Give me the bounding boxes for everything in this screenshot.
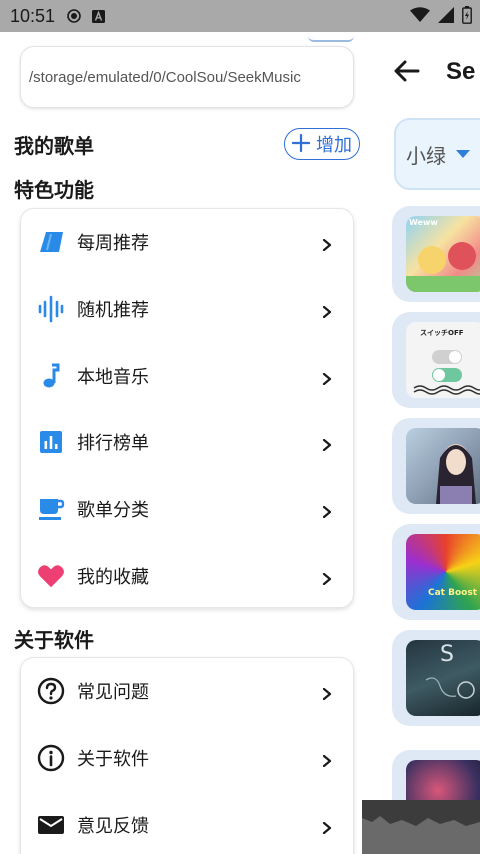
menu-item-label: 排行榜单 — [77, 433, 149, 455]
chevron-right-icon — [321, 370, 333, 385]
back-arrow-icon[interactable] — [392, 56, 422, 86]
menu-item-label: 意见反馈 — [77, 815, 149, 837]
song-card[interactable]: S — [392, 630, 480, 726]
chevron-right-icon — [321, 236, 333, 252]
song-card[interactable]: Cat Boost — [392, 524, 480, 620]
battery-icon — [462, 6, 472, 29]
chevron-right-icon — [321, 570, 333, 585]
menu-item-random[interactable]: 随机推荐 — [21, 276, 353, 343]
chevron-right-icon — [321, 303, 333, 319]
cup-icon — [37, 495, 65, 523]
help-circle-icon — [37, 677, 65, 705]
song-cover: スイッチOFF — [406, 322, 480, 398]
mini-player[interactable] — [362, 800, 480, 854]
about-card: 常见问题 关于软件 意见反馈 — [20, 657, 354, 854]
status-bar: 10:51 — [0, 0, 480, 32]
background-page: Se 小绿 Weww スイッチOFF Cat Boost S — [362, 32, 480, 854]
wifi-icon — [410, 7, 430, 28]
about-heading: 关于软件 — [14, 628, 94, 652]
song-card[interactable]: スイッチOFF — [392, 312, 480, 408]
info-circle-icon — [37, 744, 65, 772]
menu-item-label: 常见问题 — [77, 682, 149, 704]
song-card[interactable]: Weww — [392, 206, 480, 302]
chevron-right-icon — [321, 819, 333, 834]
mail-icon — [37, 811, 65, 839]
menu-item-about[interactable]: 关于软件 — [21, 725, 353, 792]
menu-item-label: 歌单分类 — [77, 500, 149, 522]
add-playlist-label: 增加 — [316, 135, 352, 156]
features-heading: 特色功能 — [14, 178, 94, 202]
menu-item-label: 本地音乐 — [77, 366, 149, 388]
plus-icon — [291, 132, 311, 156]
waveform-icon — [37, 295, 65, 323]
menu-item-faq[interactable]: 常见问题 — [21, 658, 353, 725]
menu-item-feedback[interactable]: 意见反馈 — [21, 791, 353, 854]
features-card: 每周推荐 随机推荐 本地音乐 排行榜单 歌单分类 我的收藏 — [20, 208, 354, 608]
menu-item-charts[interactable]: 排行榜单 — [21, 409, 353, 476]
status-time: 10:51 — [10, 5, 56, 26]
voice-select[interactable]: 小绿 — [394, 118, 480, 190]
storage-path-field[interactable]: /storage/emulated/0/CoolSou/SeekMusic — [20, 46, 354, 108]
music-note-icon — [37, 362, 65, 390]
page-title: Se — [446, 58, 476, 85]
song-cover: Cat Boost — [406, 534, 480, 610]
app-a-icon — [91, 9, 105, 23]
tag-icon — [37, 228, 65, 256]
bar-chart-icon — [37, 428, 65, 456]
menu-item-label: 我的收藏 — [77, 566, 149, 588]
menu-item-label: 随机推荐 — [77, 300, 149, 322]
menu-item-label: 每周推荐 — [77, 233, 149, 255]
song-card[interactable] — [392, 418, 480, 514]
menu-item-label: 关于软件 — [77, 749, 149, 771]
chevron-right-icon — [321, 436, 333, 452]
voice-select-value: 小绿 — [406, 143, 446, 168]
song-cover — [406, 428, 480, 504]
menu-item-favorites[interactable]: 我的收藏 — [21, 542, 353, 609]
my-playlists-heading: 我的歌单 — [14, 134, 94, 158]
chevron-right-icon — [321, 752, 333, 768]
caret-down-icon — [456, 150, 470, 158]
song-cover: Weww — [406, 216, 480, 292]
song-cover: S — [406, 640, 480, 716]
drawer-tab-indicator — [308, 34, 354, 42]
menu-item-playlist-category[interactable]: 歌单分类 — [21, 476, 353, 543]
record-icon — [67, 9, 81, 23]
add-playlist-button[interactable]: 增加 — [284, 128, 360, 160]
chevron-right-icon — [321, 503, 333, 519]
chevron-right-icon — [321, 685, 333, 701]
menu-item-weekly[interactable]: 每周推荐 — [21, 209, 353, 276]
signal-icon — [438, 7, 454, 28]
heart-icon — [37, 562, 65, 590]
navigation-drawer: /storage/emulated/0/CoolSou/SeekMusic 我的… — [0, 32, 362, 854]
menu-item-local-music[interactable]: 本地音乐 — [21, 342, 353, 409]
